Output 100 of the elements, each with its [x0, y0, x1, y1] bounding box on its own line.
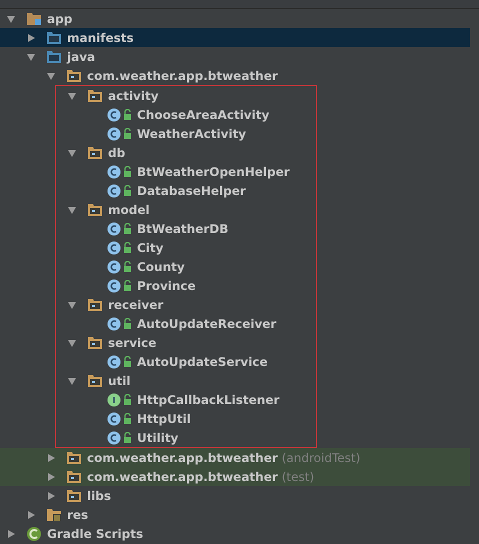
tree-item[interactable]: AutoUpdateService	[56, 352, 316, 371]
package-folder-icon	[87, 374, 103, 388]
class-icon	[107, 278, 121, 292]
tree-item[interactable]: model	[56, 200, 316, 219]
item-label: activity	[108, 88, 159, 102]
tree-item[interactable]: libs	[0, 486, 470, 505]
tree-item[interactable]: BtWeatherOpenHelper	[56, 162, 316, 181]
lock-icon	[123, 432, 132, 444]
class-icon	[107, 260, 121, 274]
collapsed-arrow-icon[interactable]	[46, 472, 56, 482]
lock-icon	[123, 280, 132, 292]
item-label: com.weather.app.btweather	[87, 68, 278, 82]
expanded-arrow-icon[interactable]	[67, 90, 77, 100]
expanded-arrow-icon[interactable]	[6, 14, 16, 24]
item-label: BtWeatherOpenHelper	[137, 164, 290, 178]
tree-item[interactable]: java	[0, 47, 470, 66]
item-label: City	[137, 240, 164, 254]
tree-item[interactable]: com.weather.app.btweather (androidTest)	[0, 448, 470, 467]
class-icon	[107, 126, 121, 140]
item-label: WeatherActivity	[137, 126, 246, 140]
tree-item[interactable]: com.weather.app.btweather (test)	[0, 467, 470, 486]
item-label: HttpCallbackListener	[137, 392, 280, 406]
resources-folder-icon	[46, 508, 62, 522]
tree-item[interactable]: manifests	[0, 28, 470, 47]
expanded-arrow-icon[interactable]	[46, 70, 56, 80]
tree-item[interactable]: County	[56, 257, 316, 276]
expanded-arrow-icon[interactable]	[26, 52, 36, 62]
class-icon	[107, 412, 121, 426]
tree-item[interactable]: Province	[56, 276, 316, 295]
class-icon	[107, 164, 121, 178]
expanded-arrow-icon[interactable]	[67, 300, 77, 310]
folder-icon	[46, 50, 62, 64]
lock-icon	[123, 242, 132, 254]
package-folder-icon	[66, 68, 82, 82]
collapsed-arrow-icon[interactable]	[46, 490, 56, 500]
class-icon	[107, 354, 121, 368]
tree-item[interactable]: db	[56, 143, 316, 162]
lock-icon	[123, 394, 132, 406]
source-set-label: (test)	[282, 470, 314, 484]
item-label: res	[67, 508, 88, 522]
package-folder-icon	[87, 336, 103, 350]
package-folder-icon	[87, 298, 103, 312]
item-label: util	[108, 374, 131, 388]
expanded-arrow-icon[interactable]	[67, 148, 77, 158]
tree-item[interactable]: Gradle Scripts	[0, 524, 470, 543]
lock-icon	[123, 184, 132, 196]
item-label: model	[108, 202, 150, 216]
lock-icon	[123, 222, 132, 234]
class-icon	[107, 108, 121, 122]
collapsed-arrow-icon[interactable]	[26, 510, 36, 520]
expanded-arrow-icon[interactable]	[67, 204, 77, 214]
expanded-arrow-icon[interactable]	[67, 338, 77, 348]
package-folder-icon	[87, 146, 103, 160]
item-label: BtWeatherDB	[137, 222, 228, 236]
item-label: AutoUpdateReceiver	[137, 316, 276, 330]
class-icon	[107, 184, 121, 198]
tree-item[interactable]: HttpCallbackListener	[56, 390, 316, 409]
tree-item[interactable]: Utility	[56, 428, 316, 447]
tree-item[interactable]: AutoUpdateReceiver	[56, 314, 316, 333]
class-icon	[107, 316, 121, 330]
expanded-arrow-icon[interactable]	[67, 376, 77, 386]
tree-item[interactable]: activity	[56, 86, 316, 105]
item-label: Utility	[137, 430, 178, 444]
collapsed-arrow-icon[interactable]	[6, 528, 16, 538]
tree-item[interactable]: WeatherActivity	[56, 124, 316, 143]
collapsed-arrow-icon[interactable]	[26, 32, 36, 42]
item-label: ChooseAreaActivity	[137, 108, 270, 122]
collapsed-arrow-icon[interactable]	[46, 452, 56, 462]
tree-item[interactable]: ChooseAreaActivity	[56, 105, 316, 124]
lock-icon	[123, 108, 132, 120]
item-label: com.weather.app.btweather	[87, 450, 278, 464]
lock-icon	[123, 166, 132, 178]
lock-icon	[123, 318, 132, 330]
lock-icon	[123, 260, 132, 272]
tree-item[interactable]: util	[56, 371, 316, 390]
tree-item[interactable]: res	[0, 505, 470, 524]
item-label: AutoUpdateService	[137, 354, 268, 368]
item-label: County	[137, 260, 185, 274]
tree-item[interactable]: com.weather.app.btweather	[0, 66, 470, 85]
package-folder-icon	[66, 470, 82, 484]
item-label: service	[108, 336, 156, 350]
item-label: db	[108, 146, 126, 160]
item-label: DatabaseHelper	[137, 184, 246, 198]
tree-item[interactable]: DatabaseHelper	[56, 181, 316, 200]
tree-item[interactable]: BtWeatherDB	[56, 219, 316, 238]
item-label: Gradle Scripts	[47, 526, 144, 540]
item-label: libs	[87, 488, 111, 502]
class-icon	[107, 222, 121, 236]
tree-item[interactable]: service	[56, 333, 316, 352]
item-label: manifests	[67, 30, 134, 44]
tree-item[interactable]: app	[0, 9, 470, 28]
tree-item[interactable]: receiver	[56, 295, 316, 314]
tree-item[interactable]: HttpUtil	[56, 409, 316, 428]
package-folder-icon	[87, 202, 103, 216]
interface-icon	[107, 392, 121, 406]
lock-icon	[123, 128, 132, 140]
folder-icon	[46, 30, 62, 44]
lock-icon	[123, 412, 132, 424]
item-label: Province	[137, 278, 196, 292]
tree-item[interactable]: City	[56, 238, 316, 257]
